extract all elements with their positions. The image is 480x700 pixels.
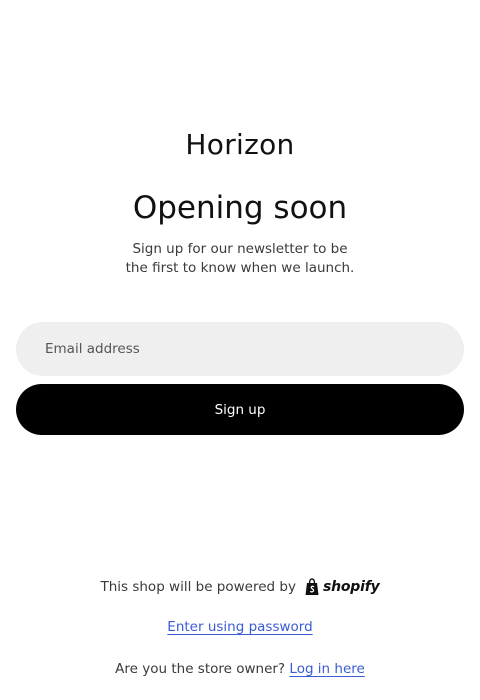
log-in-link[interactable]: Log in here bbox=[289, 661, 364, 677]
shopify-logo[interactable]: shopify bbox=[304, 578, 380, 596]
shopify-wordmark: shopify bbox=[322, 579, 380, 595]
powered-by-text: This shop will be powered by bbox=[100, 579, 296, 595]
newsletter-description-line-1: Sign up for our newsletter to be bbox=[132, 241, 348, 257]
enter-using-password-link[interactable]: Enter using password bbox=[167, 619, 312, 635]
sign-up-button[interactable]: Sign up bbox=[16, 384, 464, 435]
powered-by: This shop will be powered by shopify bbox=[0, 578, 480, 596]
email-field[interactable] bbox=[16, 322, 464, 376]
store-owner-login: Are you the store owner? Log in here bbox=[0, 661, 480, 677]
shopify-bag-icon bbox=[305, 578, 319, 595]
password-entry: Enter using password bbox=[0, 619, 480, 635]
page-title: Opening soon bbox=[132, 190, 348, 226]
store-name: Horizon bbox=[185, 128, 295, 161]
newsletter-description: Sign up for our newsletter to be the fir… bbox=[0, 240, 480, 278]
newsletter-description-line-2: the first to know when we launch. bbox=[125, 260, 355, 276]
owner-prompt: Are you the store owner? bbox=[115, 661, 286, 677]
